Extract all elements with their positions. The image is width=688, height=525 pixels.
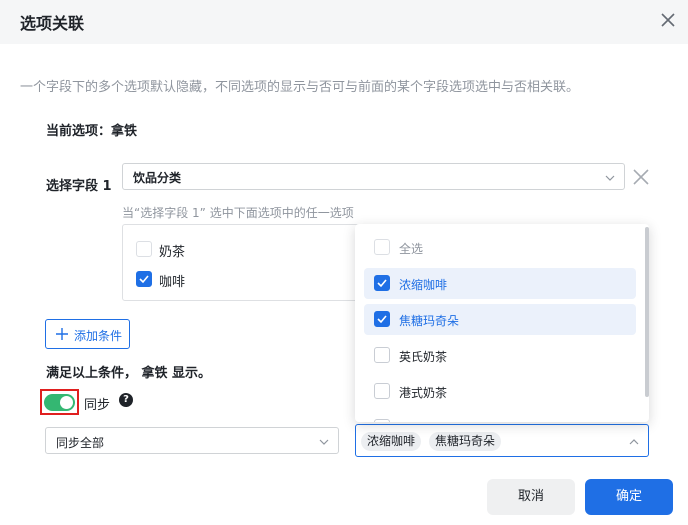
add-condition-label: 添加条件 [74, 329, 123, 343]
espresso-checkbox[interactable] [374, 275, 390, 291]
dropdown-item-label: 英氏奶茶 [399, 350, 448, 364]
hk-milk-tea-checkbox[interactable] [374, 383, 390, 399]
condition-result-text: 满足以上条件， 拿铁 显示。 [46, 366, 212, 381]
condition-options-box: 奶茶 咖啡 [122, 224, 382, 301]
help-icon[interactable]: ? [119, 393, 133, 407]
field-1-value: 饮品分类 [133, 171, 182, 185]
dropdown-item-label: 全选 [399, 242, 424, 256]
check-icon [139, 275, 149, 284]
toggle-knob [60, 396, 73, 409]
dropdown-scrollbar[interactable] [645, 227, 649, 397]
dropdown-item-label: 焦糖玛奇朵 [399, 314, 460, 328]
partial-checkbox[interactable] [374, 419, 390, 422]
dropdown-item-caramel-macchiato[interactable]: 焦糖玛奇朵 [364, 304, 636, 335]
dropdown-item-partial[interactable] [364, 412, 636, 422]
selected-tag: 焦糖玛奇朵 [429, 432, 502, 451]
sync-scope-value: 同步全部 [56, 436, 105, 450]
option-label-milk-tea: 奶茶 [159, 245, 186, 260]
dropdown-item-label: 港式奶茶 [399, 386, 448, 400]
add-condition-button[interactable]: 添加条件 [45, 319, 130, 349]
close-icon[interactable] [656, 8, 680, 32]
dropdown-item-espresso[interactable]: 浓缩咖啡 [364, 268, 636, 299]
check-icon [377, 279, 387, 288]
english-milk-tea-checkbox[interactable] [374, 347, 390, 363]
confirm-button[interactable]: 确定 [585, 479, 673, 515]
option-label-coffee: 咖啡 [159, 275, 186, 290]
dropdown-item-select-all[interactable]: 全选 [364, 232, 636, 263]
option-checkbox-coffee[interactable] [136, 271, 152, 287]
option-association-dialog: 选项关联 一个字段下的多个选项默认隐藏，不同选项的显示与否可与前面的某个字段选项… [0, 0, 688, 525]
chevron-down-icon [319, 439, 329, 445]
field-1-label: 选择字段 1 [46, 179, 112, 194]
dropdown-item-english-milk-tea[interactable]: 英氏奶茶 [364, 340, 636, 371]
cancel-button[interactable]: 取消 [487, 479, 575, 515]
sync-scope-select[interactable]: 同步全部 [45, 427, 339, 454]
sync-toggle[interactable] [44, 394, 75, 411]
dropdown-item-hk-milk-tea[interactable]: 港式奶茶 [364, 376, 636, 407]
option-checkbox-milk-tea[interactable] [136, 241, 152, 257]
caramel-macchiato-checkbox[interactable] [374, 311, 390, 327]
select-all-checkbox[interactable] [374, 239, 390, 255]
dialog-header: 选项关联 [0, 0, 688, 44]
plus-icon [56, 328, 68, 340]
target-options-dropdown: 全选 浓缩咖啡 焦糖玛奇朵 英氏奶茶 港式奶茶 [355, 224, 649, 422]
condition-hint: 当“选择字段 1” 选中下面选项中的任一选项 [122, 206, 354, 220]
selected-tag: 浓缩咖啡 [361, 432, 422, 451]
check-icon [377, 315, 387, 324]
target-options-multiselect[interactable]: 浓缩咖啡 焦糖玛奇朵 [355, 424, 649, 457]
dialog-description: 一个字段下的多个选项默认隐藏，不同选项的显示与否可与前面的某个字段选项选中与否相… [20, 80, 580, 95]
chevron-down-icon [605, 175, 615, 181]
sync-label: 同步 [84, 398, 111, 413]
remove-condition-icon[interactable] [631, 167, 651, 187]
current-option-label: 当前选项：拿铁 [46, 124, 138, 139]
chevron-up-icon [629, 439, 639, 445]
field-1-select[interactable]: 饮品分类 [122, 163, 625, 190]
dropdown-item-label: 浓缩咖啡 [399, 278, 448, 292]
dialog-title: 选项关联 [20, 14, 85, 33]
